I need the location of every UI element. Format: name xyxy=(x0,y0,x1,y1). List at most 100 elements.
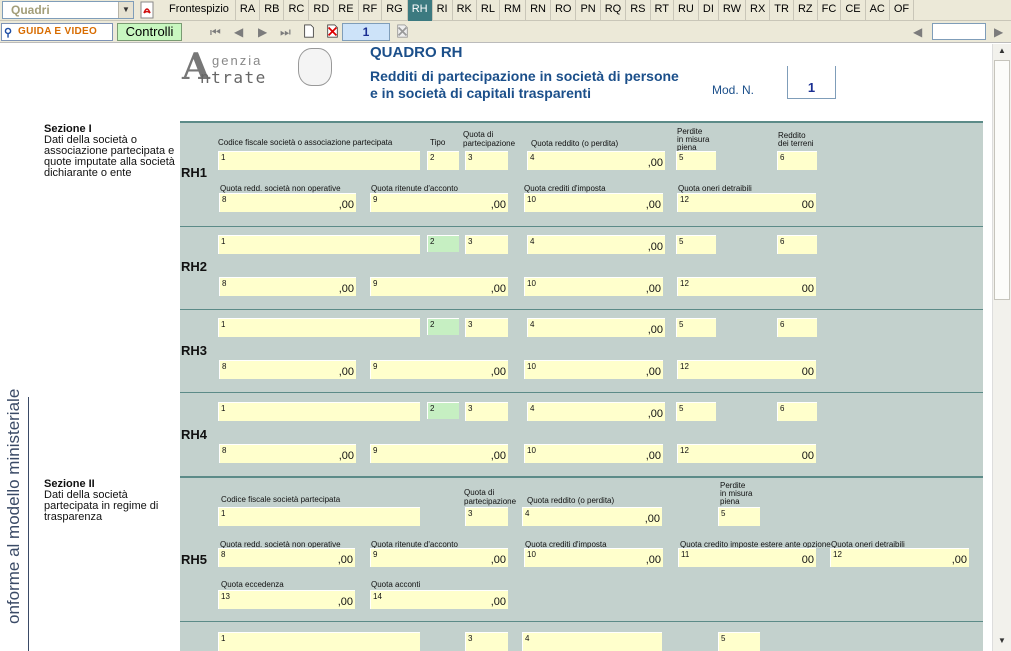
rh3-perdite[interactable]: 5 xyxy=(676,318,716,337)
rh1-reddito-terreni[interactable]: 6 xyxy=(777,151,817,170)
tab-rf[interactable]: RF xyxy=(359,0,383,21)
delete-page-icon[interactable] xyxy=(325,24,340,38)
tab-fc[interactable]: FC xyxy=(818,0,842,21)
rh3-reddito-terreni[interactable]: 6 xyxy=(777,318,817,337)
rh3-quota-reddito[interactable]: 4,00 xyxy=(527,318,665,337)
tab-rc[interactable]: RC xyxy=(284,0,310,21)
rh3-codice-fiscale[interactable]: 1 xyxy=(218,318,420,337)
rh2-oneri[interactable]: 12 00 xyxy=(677,277,816,296)
tab-ra[interactable]: RA xyxy=(236,0,261,21)
rh5-acconti[interactable]: 14,00 xyxy=(370,590,508,609)
rh6-perdite[interactable]: 5 xyxy=(718,632,760,651)
rh2-quota-partecipazione[interactable]: 3 xyxy=(465,235,508,254)
rh4-quota-reddito[interactable]: 4,00 xyxy=(527,402,665,421)
controlli-button[interactable]: Controlli xyxy=(117,23,182,41)
tab-ac[interactable]: AC xyxy=(866,0,890,21)
rh1-codice-fiscale[interactable]: 1 xyxy=(218,151,420,170)
rh2-perdite[interactable]: 5 xyxy=(676,235,716,254)
rh6-quota-partecipazione[interactable]: 3 xyxy=(465,632,508,651)
tab-rd[interactable]: RD xyxy=(309,0,335,21)
rh2-non-operative[interactable]: 8,00 xyxy=(219,277,356,296)
tab-of[interactable]: OF xyxy=(890,0,915,21)
rh3-oneri[interactable]: 12 00 xyxy=(677,360,816,379)
rh1-crediti[interactable]: 10,00 xyxy=(524,193,663,212)
scroll-right-icon[interactable]: ▶ xyxy=(994,25,1003,39)
tab-rx[interactable]: RX xyxy=(746,0,771,21)
rh3-tipo[interactable]: 2 xyxy=(427,318,459,335)
tab-rq[interactable]: RQ xyxy=(601,0,627,21)
tab-rt[interactable]: RT xyxy=(651,0,674,21)
tab-rg[interactable]: RG xyxy=(382,0,408,21)
rh3-non-operative[interactable]: 8,00 xyxy=(219,360,356,379)
rh5-eccedenza[interactable]: 13,00 xyxy=(218,590,355,609)
rh4-oneri[interactable]: 12 00 xyxy=(677,444,816,463)
rh1-ritenute[interactable]: 9,00 xyxy=(370,193,508,212)
delete-all-icon[interactable] xyxy=(395,24,410,38)
scroll-down-icon[interactable]: ▼ xyxy=(995,636,1009,645)
scroll-up-icon[interactable]: ▲ xyxy=(995,46,1009,55)
tab-rw[interactable]: RW xyxy=(719,0,747,21)
rh4-reddito-terreni[interactable]: 6 xyxy=(777,402,817,421)
next-page-icon[interactable]: ▶ xyxy=(258,25,267,39)
page-number-input[interactable]: 1 xyxy=(342,23,390,41)
pdf-icon[interactable] xyxy=(139,1,156,19)
rh3-crediti[interactable]: 10,00 xyxy=(524,360,663,379)
rh5-credito-estero[interactable]: 11 00 xyxy=(678,548,816,567)
rh6-quota-reddito[interactable]: 4 xyxy=(522,632,662,651)
rh2-tipo[interactable]: 2 xyxy=(427,235,459,252)
tab-rz[interactable]: RZ xyxy=(794,0,818,21)
tab-rs[interactable]: RS xyxy=(626,0,651,21)
first-page-icon[interactable]: ⏮ xyxy=(210,25,221,39)
rh4-codice-fiscale[interactable]: 1 xyxy=(218,402,420,421)
rh2-crediti[interactable]: 10,00 xyxy=(524,277,663,296)
tab-rn[interactable]: RN xyxy=(526,0,551,21)
tab-rk[interactable]: RK xyxy=(453,0,477,21)
rh1-quota-reddito[interactable]: 4,00 xyxy=(527,151,665,170)
rh2-codice-fiscale[interactable]: 1 xyxy=(218,235,420,254)
vertical-scrollbar[interactable]: ▲ ▼ xyxy=(992,44,1011,651)
rh2-ritenute[interactable]: 9,00 xyxy=(370,277,508,296)
rh1-non-operative[interactable]: 8,00 xyxy=(219,193,356,212)
rh4-tipo[interactable]: 2 xyxy=(427,402,459,419)
mod-number-field[interactable]: 1 xyxy=(787,66,836,99)
rh5-codice-fiscale[interactable]: 1 xyxy=(218,507,420,526)
tab-rb[interactable]: RB xyxy=(260,0,285,21)
tab-rm[interactable]: RM xyxy=(500,0,527,21)
rh5-quota-partecipazione[interactable]: 3 xyxy=(465,507,508,526)
chevron-down-icon[interactable]: ▼ xyxy=(118,2,133,18)
zoom-input[interactable] xyxy=(932,23,986,40)
tab-ro[interactable]: RO xyxy=(551,0,577,21)
rh4-ritenute[interactable]: 9,00 xyxy=(370,444,508,463)
rh5-quota-reddito[interactable]: 4,00 xyxy=(522,507,662,526)
quadri-select[interactable]: Quadri ▼ xyxy=(2,1,134,19)
rh4-non-operative[interactable]: 8,00 xyxy=(219,444,356,463)
rh5-perdite[interactable]: 5 xyxy=(718,507,760,526)
rh4-perdite[interactable]: 5 xyxy=(676,402,716,421)
prev-page-icon[interactable]: ◀ xyxy=(234,25,243,39)
rh4-crediti[interactable]: 10,00 xyxy=(524,444,663,463)
tab-ri[interactable]: RI xyxy=(433,0,453,21)
tab-rh[interactable]: RH xyxy=(407,0,433,21)
rh4-quota-partecipazione[interactable]: 3 xyxy=(465,402,508,421)
rh6-codice-fiscale[interactable]: 1 xyxy=(218,632,420,651)
rh5-crediti[interactable]: 10,00 xyxy=(524,548,663,567)
tab-pn[interactable]: PN xyxy=(576,0,601,21)
rh5-non-operative[interactable]: 8,00 xyxy=(218,548,355,567)
tab-frontespizio[interactable]: Frontespizio xyxy=(163,0,236,21)
scroll-thumb[interactable] xyxy=(994,60,1010,300)
rh2-reddito-terreni[interactable]: 6 xyxy=(777,235,817,254)
new-page-icon[interactable] xyxy=(302,24,316,38)
last-page-icon[interactable]: ⏭ xyxy=(280,25,291,39)
scroll-left-icon[interactable]: ◀ xyxy=(913,25,922,39)
rh3-ritenute[interactable]: 9,00 xyxy=(370,360,508,379)
rh2-quota-reddito[interactable]: 4,00 xyxy=(527,235,665,254)
tab-tr[interactable]: TR xyxy=(770,0,794,21)
rh1-oneri[interactable]: 12 00 xyxy=(677,193,816,212)
tab-re[interactable]: RE xyxy=(334,0,359,21)
rh3-quota-partecipazione[interactable]: 3 xyxy=(465,318,508,337)
rh5-oneri[interactable]: 12,00 xyxy=(830,548,969,567)
rh1-tipo[interactable]: 2 xyxy=(427,151,459,170)
rh5-ritenute[interactable]: 9,00 xyxy=(370,548,508,567)
tab-di[interactable]: DI xyxy=(699,0,719,21)
guida-video-button[interactable]: ⚲ GUIDA E VIDEO xyxy=(1,23,113,41)
